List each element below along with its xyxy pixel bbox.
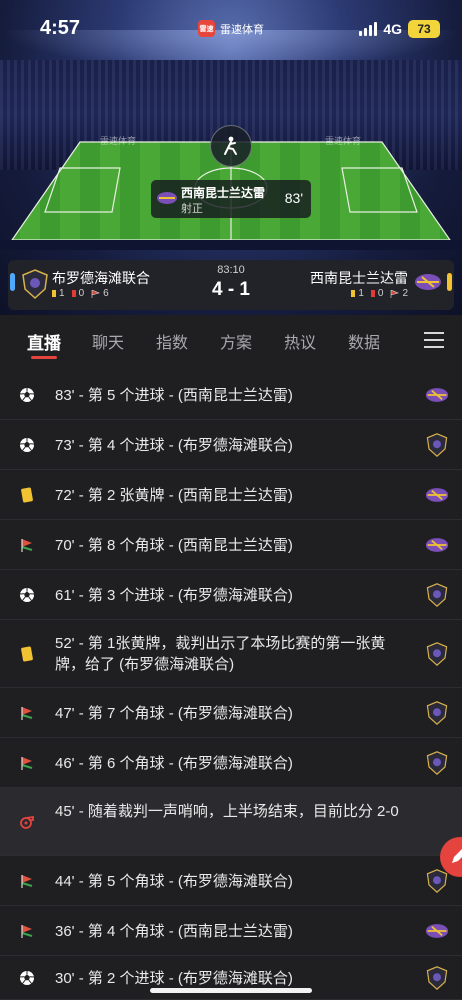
event-text: 46' - 第 6 个角球 - (布罗德海滩联合) [55, 754, 293, 772]
corner-flag-icon [19, 873, 35, 889]
scoreboard[interactable]: 布罗德海滩联合 1 0 6 83:10 4 - 1 西南昆士兰达雷 1 0 2 [8, 260, 454, 310]
event-text: 36' - 第 4 个角球 - (西南昆士兰达雷) [55, 922, 293, 940]
ad-board-right: 雷速体育 [325, 136, 362, 146]
event-row[interactable]: 83' - 第 5 个进球 - (西南昆士兰达雷) [0, 370, 462, 420]
red-card-icon [370, 290, 375, 297]
away-team-logo-icon [425, 383, 449, 407]
event-row[interactable]: 47' - 第 7 个角球 - (布罗德海滩联合) [0, 688, 462, 738]
away-team-name[interactable]: 西南昆士兰达雷 [310, 268, 408, 288]
battery-icon: 73 [408, 20, 440, 38]
home-team-logo-icon [425, 966, 449, 991]
live-event-card: 西南昆士兰达雷 射正 83' [151, 180, 311, 218]
corner-flag-icon [19, 705, 35, 721]
away-corner-count: 2 [402, 288, 408, 299]
home-indicator[interactable] [150, 988, 312, 993]
away-red-count: 0 [377, 288, 384, 299]
event-row[interactable]: 52' - 第 1张黄牌，裁判出示了本场比赛的第一张黄牌，给了 (布罗德海滩联合… [0, 620, 462, 688]
tab-discussion[interactable]: 热议 [284, 329, 316, 353]
home-team-logo-icon [425, 642, 449, 667]
away-team-logo-icon[interactable] [414, 271, 442, 293]
event-row[interactable]: 36' - 第 4 个角球 - (西南昆士兰达雷) [0, 906, 462, 956]
yellow-card-icon [351, 290, 356, 297]
event-text: 45' - 随着裁判一声哨响，上半场结束，目前比分 2-0 [55, 803, 399, 820]
signal-icon [359, 22, 378, 36]
active-tab-indicator [31, 356, 57, 359]
whistle-icon [19, 814, 35, 830]
ad-board-left: 雷速体育 [100, 136, 137, 146]
ball-icon [19, 437, 35, 453]
event-row[interactable]: 45' - 随着裁判一声哨响，上半场结束，目前比分 2-0 [0, 788, 462, 856]
corner-flag-icon [391, 289, 400, 298]
home-team-logo-icon [425, 751, 449, 776]
event-row[interactable]: 70' - 第 8 个角球 - (西南昆士兰达雷) [0, 520, 462, 570]
event-text: 52' - 第 1张黄牌，裁判出示了本场比赛的第一张黄牌，给了 (布罗德海滩联合… [55, 635, 386, 673]
ball-icon [19, 387, 35, 403]
tab-chat[interactable]: 聊天 [92, 329, 124, 353]
network-type: 4G [383, 21, 402, 37]
corner-flag-icon [19, 537, 35, 553]
event-row[interactable]: 73' - 第 4 个进球 - (布罗德海滩联合) [0, 420, 462, 470]
tab-bar: 直播 聊天 指数 方案 热议 数据 [0, 315, 462, 365]
tab-live[interactable]: 直播 [27, 329, 61, 354]
ball-icon [19, 970, 35, 986]
match-hero: 4:57 雷速 雷速体育 4G 73 雷速体育 雷速体育 西南昆士兰达雷 射正 … [0, 0, 462, 315]
app-brand: 雷速 雷速体育 [198, 20, 264, 37]
corner-flag-icon [19, 923, 35, 939]
tab-data[interactable]: 数据 [348, 329, 380, 353]
event-row[interactable]: 44' - 第 5 个角球 - (布罗德海滩联合) [0, 856, 462, 906]
home-team-logo-icon [425, 583, 449, 608]
tab-odds[interactable]: 指数 [156, 329, 188, 353]
corner-flag-icon [19, 755, 35, 771]
event-text: 73' - 第 4 个进球 - (布罗德海滩联合) [55, 436, 293, 454]
away-team-logo-icon [425, 919, 449, 943]
ball-icon [19, 587, 35, 603]
away-team-logo-icon [425, 533, 449, 557]
event-row[interactable]: 72' - 第 2 张黄牌 - (西南昆士兰达雷) [0, 470, 462, 520]
team-logo-icon [157, 192, 177, 204]
status-indicators: 4G 73 [359, 20, 440, 38]
away-team-stats: 1 0 2 [351, 288, 408, 299]
status-bar: 4:57 雷速 雷速体育 4G 73 [0, 0, 462, 56]
yellow-card-icon [19, 646, 35, 662]
event-text: 61' - 第 3 个进球 - (布罗德海滩联合) [55, 586, 293, 604]
event-type: 射正 [181, 203, 203, 215]
shot-event-icon [210, 125, 252, 167]
live-event-feed[interactable]: 83' - 第 5 个进球 - (西南昆士兰达雷) 73' - 第 4 个进球 -… [0, 370, 462, 1000]
home-team-logo-icon [425, 701, 449, 726]
home-team-logo-icon [425, 433, 449, 458]
event-text: 47' - 第 7 个角球 - (布罗德海滩联合) [55, 704, 293, 722]
away-yellow-count: 1 [358, 288, 364, 299]
app-logo: 雷速 [198, 20, 215, 37]
event-row[interactable]: 46' - 第 6 个角球 - (布罗德海滩联合) [0, 738, 462, 788]
event-minute: 83' [284, 190, 303, 206]
menu-icon[interactable] [424, 332, 444, 348]
event-text: 72' - 第 2 张黄牌 - (西南昆士兰达雷) [55, 486, 293, 504]
status-time: 4:57 [40, 17, 81, 39]
app-name: 雷速体育 [220, 23, 264, 36]
event-text: 30' - 第 2 个进球 - (布罗德海滩联合) [55, 969, 293, 987]
event-row[interactable]: 30' - 第 2 个进球 - (布罗德海滩联合) [0, 956, 462, 1000]
event-team: 西南昆士兰达雷 [181, 186, 266, 200]
event-text: 70' - 第 8 个角球 - (西南昆士兰达雷) [55, 536, 293, 554]
edit-icon [452, 849, 462, 863]
event-text: 44' - 第 5 个角球 - (布罗德海滩联合) [55, 872, 293, 890]
away-team-logo-icon [425, 483, 449, 507]
tab-plans[interactable]: 方案 [220, 329, 252, 353]
post-comment-button[interactable] [440, 837, 462, 877]
yellow-card-icon [19, 487, 35, 503]
event-text: 83' - 第 5 个进球 - (西南昆士兰达雷) [55, 386, 293, 404]
event-row[interactable]: 61' - 第 3 个进球 - (布罗德海滩联合) [0, 570, 462, 620]
